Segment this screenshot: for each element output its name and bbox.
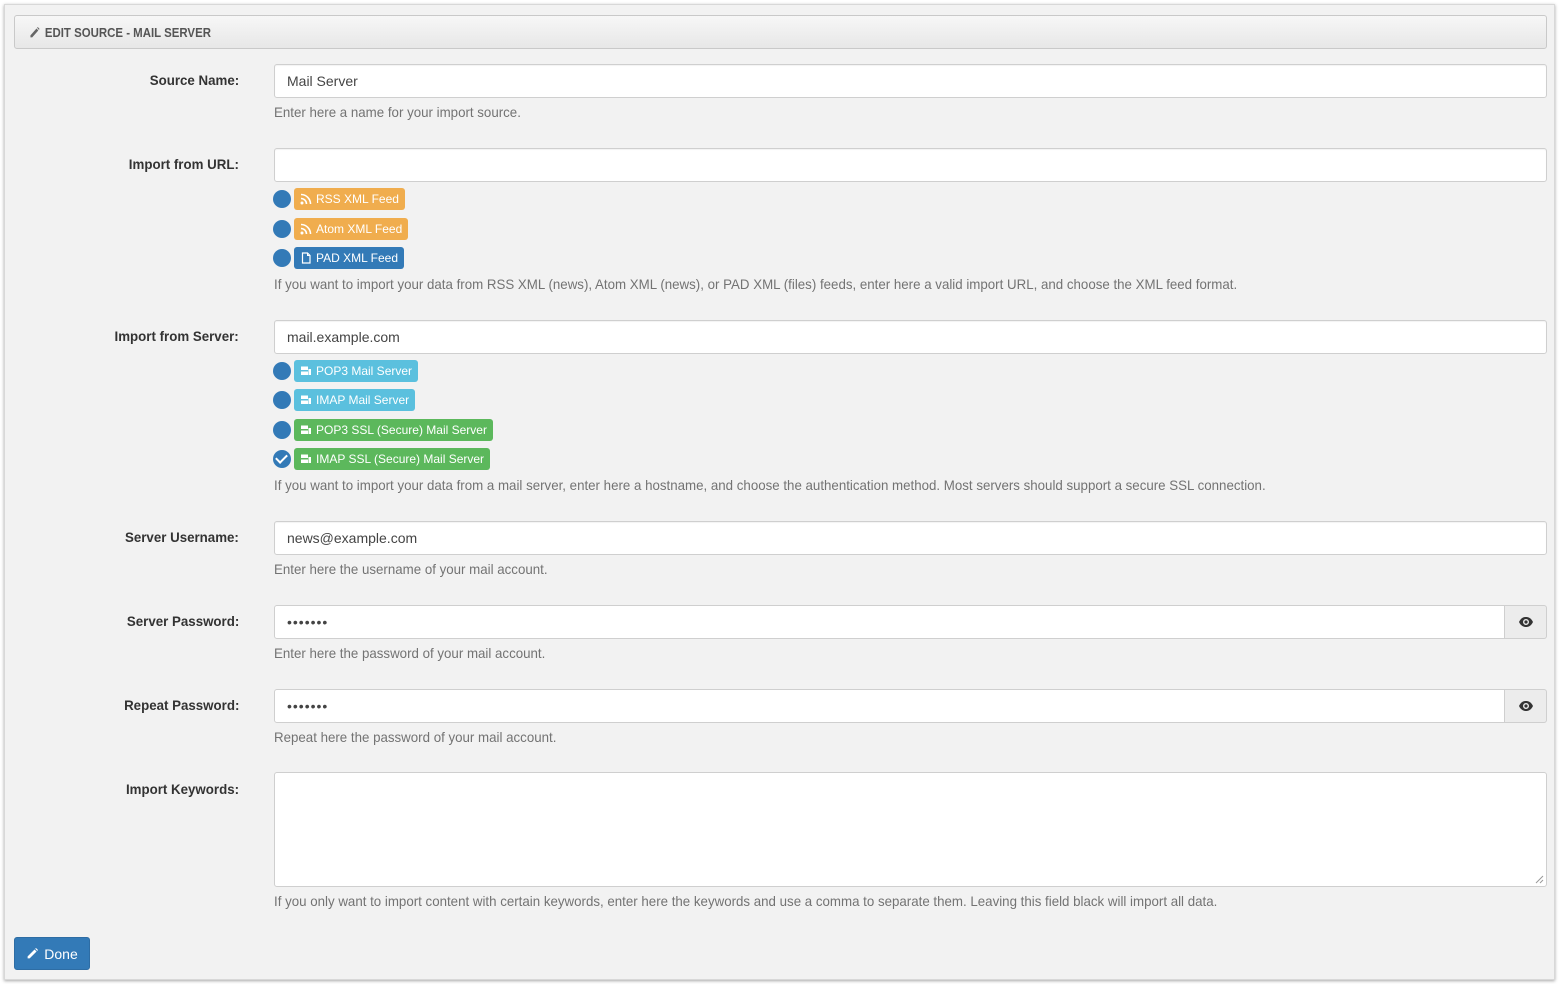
repeat-password-group: ••••••• [274, 689, 1547, 723]
repeat-password-value: ••••••• [287, 698, 329, 714]
server-option-pop3[interactable]: POP3 Mail Server [273, 360, 419, 382]
imap-tag[interactable]: IMAP Mail Server [294, 389, 416, 411]
pop3-tag[interactable]: POP3 Mail Server [294, 360, 419, 382]
source-name-input[interactable]: Mail Server [274, 64, 1547, 98]
atom-tag[interactable]: Atom XML Feed [294, 218, 409, 240]
import-server-value: mail.example.com [287, 329, 400, 345]
rss-label: RSS XML Feed [316, 192, 399, 206]
import-keywords-textarea[interactable] [274, 772, 1547, 887]
pop3-ssl-label: POP3 SSL (Secure) Mail Server [316, 423, 487, 437]
import-keywords-label: Import Keywords: [125, 781, 239, 797]
pencil-icon [27, 947, 39, 959]
import-server-input[interactable]: mail.example.com [274, 320, 1547, 354]
panel-title: EDIT SOURCE - MAIL SERVER [29, 25, 211, 40]
source-name-label: Source Name: [149, 72, 239, 88]
server-icon [301, 425, 311, 434]
rss-tag[interactable]: RSS XML Feed [294, 188, 405, 210]
server-username-input[interactable]: news@example.com [274, 521, 1547, 555]
atom-label: Atom XML Feed [316, 222, 403, 236]
pencil-icon [30, 26, 40, 38]
import-server-label: Import from Server: [114, 328, 239, 344]
radio-atom[interactable] [273, 220, 291, 238]
import-url-input[interactable] [274, 148, 1547, 182]
server-username-label: Server Username: [125, 529, 239, 545]
done-button[interactable]: Done [14, 937, 90, 970]
imap-label: IMAP Mail Server [316, 393, 410, 407]
server-password-help: Enter here the password of your mail acc… [274, 645, 546, 661]
show-repeat-password-button[interactable] [1505, 689, 1547, 723]
pop3-label: POP3 Mail Server [316, 364, 413, 378]
server-password-label: Server Password: [126, 613, 239, 629]
eye-icon [1518, 617, 1533, 627]
server-option-imap-ssl[interactable]: IMAP SSL (Secure) Mail Server [273, 448, 491, 470]
repeat-password-help: Repeat here the password of your mail ac… [274, 729, 557, 745]
pop3-ssl-tag[interactable]: POP3 SSL (Secure) Mail Server [294, 419, 493, 441]
radio-rss[interactable] [273, 190, 291, 208]
feed-option-atom[interactable]: Atom XML Feed [273, 218, 409, 240]
server-icon [301, 366, 311, 375]
imap-ssl-tag[interactable]: IMAP SSL (Secure) Mail Server [294, 448, 491, 470]
done-button-label: Done [44, 945, 78, 962]
rss-icon [300, 193, 312, 205]
import-url-label: Import from URL: [128, 156, 239, 172]
radio-pad[interactable] [273, 249, 291, 267]
server-icon [301, 395, 311, 404]
pad-tag[interactable]: PAD XML Feed [294, 247, 405, 269]
pad-label: PAD XML Feed [316, 251, 399, 265]
import-url-help: If you want to import your data from RSS… [274, 276, 1238, 292]
rss-icon [300, 223, 312, 235]
server-option-pop3-ssl[interactable]: POP3 SSL (Secure) Mail Server [273, 419, 493, 441]
import-server-help: If you want to import your data from a m… [274, 477, 1266, 493]
server-username-help: Enter here the username of your mail acc… [274, 561, 548, 577]
feed-option-pad[interactable]: PAD XML Feed [273, 247, 405, 269]
source-name-help: Enter here a name for your import source… [274, 104, 521, 120]
source-name-value: Mail Server [287, 73, 358, 89]
server-password-input[interactable]: ••••••• [274, 605, 1505, 639]
panel-title-text: EDIT SOURCE - MAIL SERVER [44, 25, 211, 40]
imap-ssl-label: IMAP SSL (Secure) Mail Server [316, 452, 485, 466]
eye-icon [1518, 701, 1533, 711]
radio-pop3[interactable] [273, 362, 291, 380]
server-icon [301, 454, 311, 463]
resize-handle-icon[interactable] [1535, 875, 1544, 884]
server-password-group: ••••••• [274, 605, 1547, 639]
file-icon [301, 252, 311, 264]
server-option-imap[interactable]: IMAP Mail Server [273, 389, 416, 411]
repeat-password-input[interactable]: ••••••• [274, 689, 1505, 723]
repeat-password-label: Repeat Password: [123, 697, 239, 713]
show-password-button[interactable] [1505, 605, 1547, 639]
import-keywords-help: If you only want to import content with … [274, 893, 1218, 909]
radio-imap[interactable] [273, 391, 291, 409]
server-password-value: ••••••• [287, 614, 329, 630]
panel-header: EDIT SOURCE - MAIL SERVER [14, 15, 1547, 49]
edit-source-panel: EDIT SOURCE - MAIL SERVER Source Name: M… [4, 4, 1555, 980]
radio-imap-ssl-checked[interactable] [273, 450, 291, 468]
server-username-value: news@example.com [287, 530, 418, 546]
radio-pop3-ssl[interactable] [273, 421, 291, 439]
feed-option-rss[interactable]: RSS XML Feed [273, 188, 405, 210]
